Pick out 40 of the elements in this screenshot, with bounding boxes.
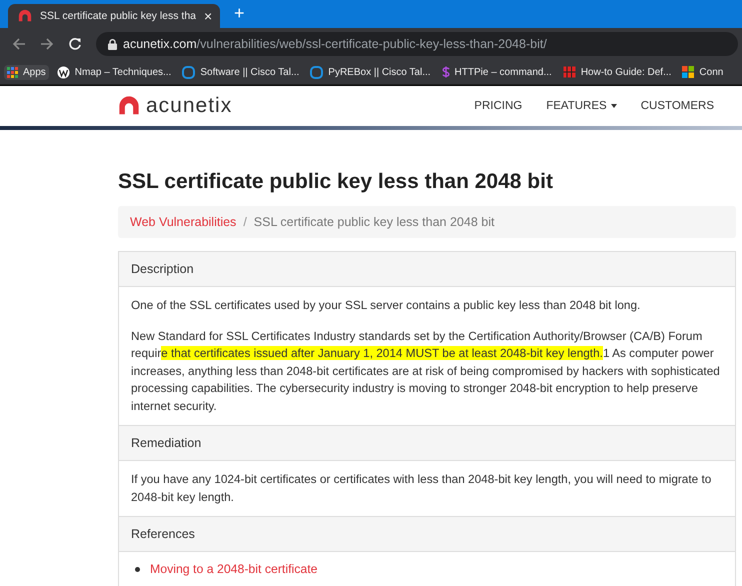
breadcrumb-current: SSL certificate public key less than 2048 bit (254, 215, 494, 229)
forward-icon[interactable] (40, 37, 54, 51)
grid-icon (562, 66, 576, 78)
breadcrumb-separator: / (243, 215, 247, 229)
paragraph: One of the SSL certificates used by your SSL server contains a public key less than 2048 bit long. (131, 297, 642, 314)
nav-link[interactable]: FEATURES (546, 100, 617, 112)
bookmark[interactable]: HTTPie – command... (438, 64, 555, 80)
section-heading: References (119, 516, 735, 552)
apps-grid-icon (7, 66, 18, 78)
bullet-icon (135, 566, 140, 572)
bookmark[interactable]: How-to Guide: Def... (560, 64, 674, 80)
site-logo[interactable]: acunetix (118, 94, 232, 118)
breadcrumb-link[interactable]: Web Vulnerabilities (130, 215, 236, 229)
back-icon[interactable] (12, 37, 26, 51)
reload-icon[interactable] (68, 37, 82, 51)
logo-icon (18, 9, 32, 23)
lock-icon (108, 38, 117, 50)
windows-logo-icon (682, 66, 694, 78)
paragraph: New Standard for SSL Certificates Industry standards set by the Certification Authority/Browser (CA/B) Forum require that certificates issued after January 1, 2014 MUST be at least 2048-bit key length.1 As computer power increases, anything less than 2048-bit certificates are at risk of being compromised by hackers with sophisticated processing capabilities. The cybersecurity industry is moving to stronger 2048-bit encryption to help preserve internet security. (131, 328, 721, 414)
paragraph: If you have any 1024-bit certificates or certificates with less than 2048-bit key length, you will need to migrate to 2048-bit key length. (131, 471, 712, 506)
wordpress-icon (56, 66, 70, 78)
new-tab-button[interactable]: + (234, 3, 245, 24)
bookmark[interactable]: Apps (4, 64, 49, 80)
page-title: SSL certificate public key less than 2048 bit (118, 170, 554, 194)
ring-icon (310, 66, 324, 78)
bookmark[interactable]: PyREBox || Cisco Tal... (307, 64, 434, 80)
dollar-icon (442, 66, 450, 78)
ring-icon (182, 66, 196, 78)
nav-link[interactable]: CUSTOMERS (640, 100, 714, 112)
section-heading: Description (119, 252, 735, 287)
browser-tab[interactable]: SSL certificate public key less tha × (8, 4, 220, 28)
bookmark[interactable]: Nmap – Techniques... (54, 64, 174, 80)
tab-title: SSL certificate public key less tha (40, 10, 196, 22)
bookmark[interactable]: Conn (679, 64, 726, 80)
close-tab-button[interactable]: × (204, 8, 212, 24)
reference-link[interactable]: Moving to a 2048-bit certificate (150, 562, 318, 576)
bookmark[interactable]: Software || Cisco Tal... (179, 64, 302, 80)
address-bar[interactable]: acunetix.com/vulnerabilities/web/ssl-certificate-public-key-less-than-2048-bit/ (96, 32, 738, 56)
nav-link[interactable]: PRICING (474, 100, 522, 112)
section-heading: Remediation (119, 425, 735, 461)
